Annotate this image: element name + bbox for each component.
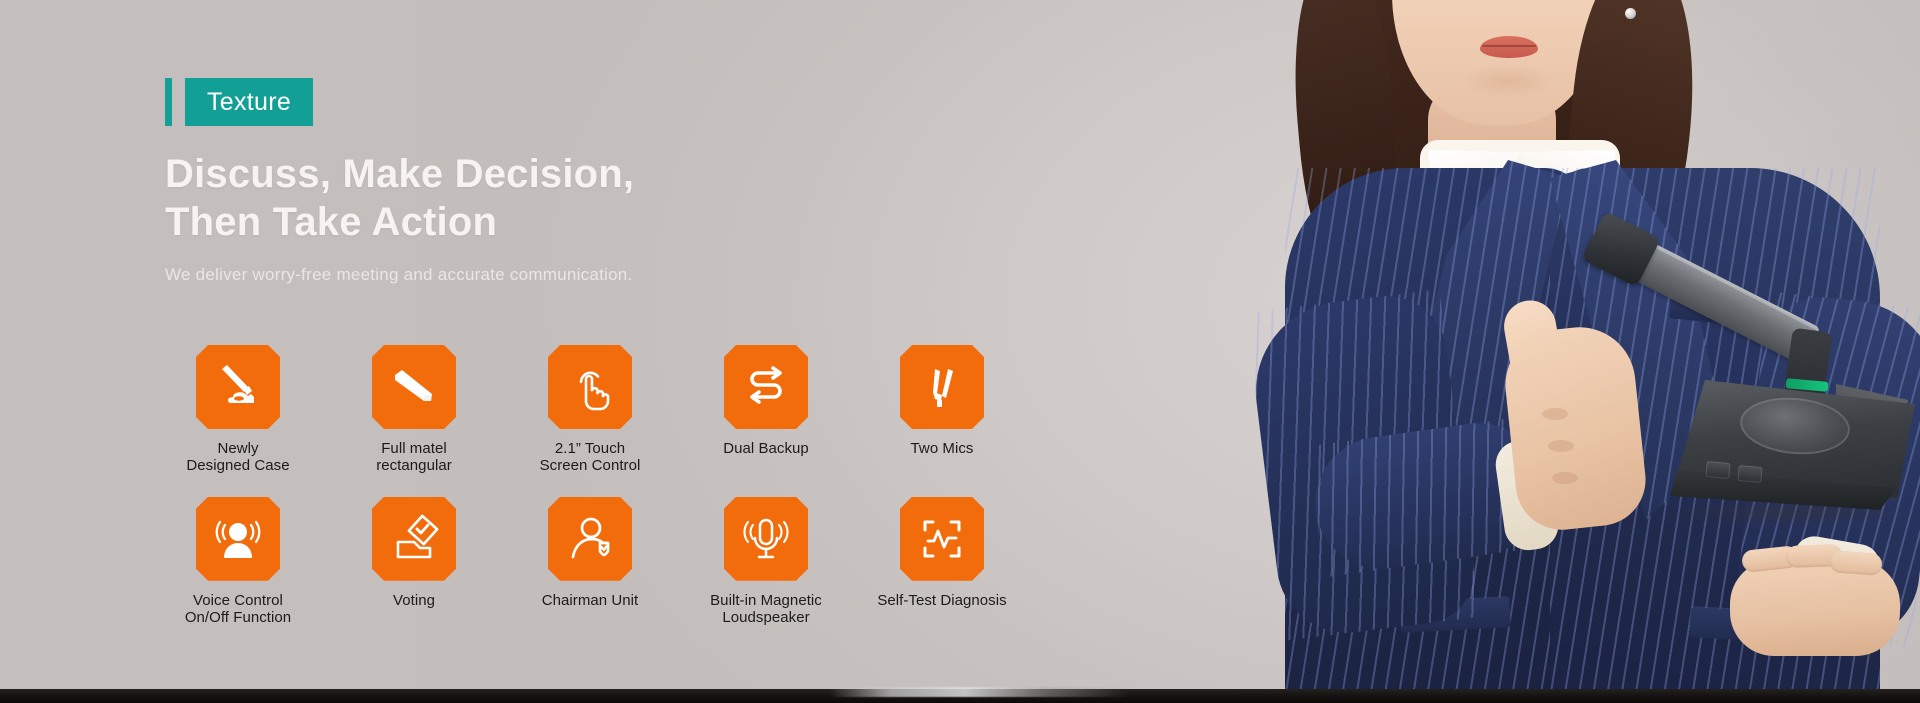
feature-touch-screen-control[interactable]: 2.1” Touch Screen Control [502,345,678,475]
feature-label: Self-Test Diagnosis [877,592,1006,609]
feature-label-line-2: Loudspeaker [722,609,810,627]
feature-label-line-1: Chairman Unit [541,591,639,609]
feature-label-line-1: Self-Test Diagnosis [877,591,1007,609]
headline-line-1: Discuss, Make Decision, [165,152,635,196]
feature-label: Full matel rectangular [376,440,452,475]
two-microphones-icon [900,345,984,429]
chin-shading [1460,64,1556,98]
feature-label-line-1: Dual Backup [723,440,809,457]
self-test-waveform-scan-icon [900,496,984,581]
feature-label-line-2: rectangular [376,457,452,475]
feature-voice-control-onoff[interactable]: Voice Control On/Off Function [150,496,326,627]
ballot-box-icon [372,496,456,581]
dual-backup-arrows-icon [724,345,808,429]
texture-badge: Texture [165,78,945,126]
hero-copy: Texture Discuss, Make Decision, Then Tak… [165,78,945,285]
feature-label: Voice Control On/Off Function [185,592,291,627]
knuckle [1552,472,1578,484]
feature-two-mics[interactable]: Two Mics [854,345,1030,475]
feature-row-2: Voice Control On/Off Function Voting Cha… [150,496,1030,627]
feature-label-line-2: Screen Control [539,457,641,475]
feature-newly-designed-case[interactable]: Newly Designed Case [150,345,326,475]
feature-label-line-1: Voting [392,591,435,609]
badge-accent-bar [165,78,172,126]
lips [1480,36,1538,58]
feature-label: Dual Backup [723,440,809,457]
magnetic-loudspeaker-mic-icon [724,496,808,581]
knuckle [1548,440,1574,452]
feature-label-line-2: Designed Case [186,457,290,475]
metal-bar-icon [372,345,456,429]
feature-row-1: Newly Designed Case Full matel rectangul… [150,345,1030,475]
device-button-mic[interactable] [1705,460,1731,480]
feature-dual-backup[interactable]: Dual Backup [678,345,854,475]
feature-label: Two Mics [911,440,974,457]
bottom-glint [830,687,1130,697]
feature-label-line-2: On/Off Function [184,609,292,627]
touch-hand-icon [548,345,632,429]
hero-photo [1030,0,1920,703]
feature-label: Chairman Unit [542,592,639,609]
lip-line [1482,45,1536,47]
feature-label-line-1: Two Mics [910,440,974,457]
gooseneck-microphone-icon [196,345,280,429]
feature-label: Voting [393,592,435,609]
feature-label-line-1: Voice Control [193,591,283,609]
headline-line-2: Then Take Action [165,200,498,244]
feature-full-metal-rectangular[interactable]: Full matel rectangular [326,345,502,475]
page-title: Discuss, Make Decision, Then Take Action [165,150,945,246]
feature-label-line-1: Built-in Magnetic [710,591,822,609]
feature-voting[interactable]: Voting [326,496,502,627]
feature-grid: Newly Designed Case Full matel rectangul… [150,345,1030,627]
feature-label: Newly Designed Case [186,440,289,475]
hero-banner: Texture Discuss, Make Decision, Then Tak… [0,0,1920,703]
feature-label-line-1: Full matel [381,440,447,457]
feature-label: 2.1” Touch Screen Control [540,440,641,475]
feature-label-line-1: Newly [217,440,259,457]
badge-label: Texture [185,78,314,126]
feature-self-test-diagnosis[interactable]: Self-Test Diagnosis [854,496,1030,627]
chairman-person-check-icon [548,496,632,581]
device-button-volume[interactable] [1737,464,1763,484]
earring [1625,8,1636,19]
feature-label-line-1: 2.1” Touch [554,440,626,457]
hero-subtitle: We deliver worry-free meeting and accura… [165,265,633,284]
feature-chairman-unit[interactable]: Chairman Unit [502,496,678,627]
knuckle [1542,408,1568,420]
feature-builtin-magnetic-loudspeaker[interactable]: Built-in Magnetic Loudspeaker [678,496,854,627]
bottom-edge-band [0,687,1920,703]
finger [1829,550,1883,576]
feature-label: Built-in Magnetic Loudspeaker [710,592,822,627]
voice-control-person-icon [196,496,280,581]
